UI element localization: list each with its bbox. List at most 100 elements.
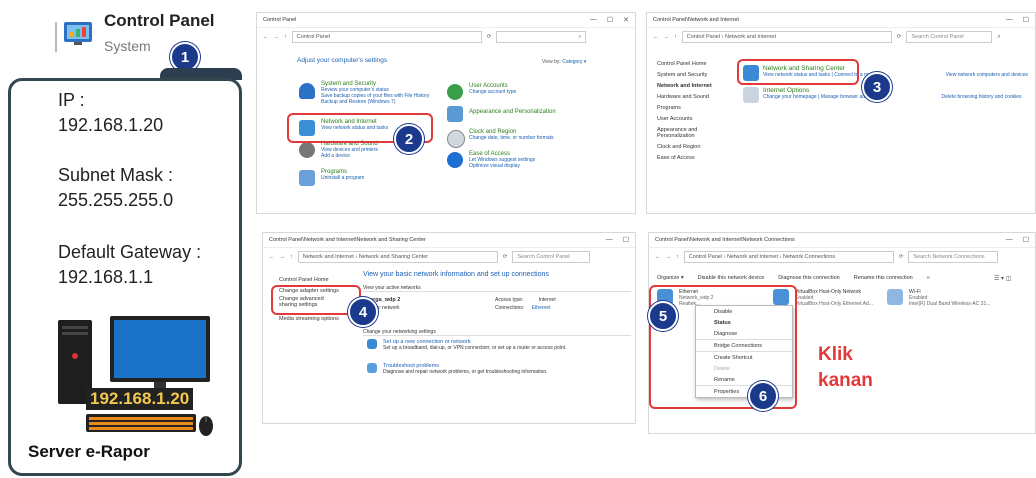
wifi-icon xyxy=(887,289,903,305)
step-badge-6: 6 xyxy=(748,381,778,411)
nav-item[interactable]: Clock and Region xyxy=(657,144,717,150)
printer-icon xyxy=(299,142,315,158)
titlebar: Control Panel — ☐ ✕ xyxy=(257,13,635,28)
refresh-icon[interactable]: ⟳ xyxy=(487,34,492,40)
address-bar[interactable]: Control Panel xyxy=(291,31,482,43)
address-bar-row: ← → ↑ Control Panel › Network and Intern… xyxy=(649,248,1035,266)
nav-item[interactable]: System and Security xyxy=(657,72,717,78)
minimize-icon[interactable]: — xyxy=(590,16,597,24)
refresh-icon[interactable]: ⟳ xyxy=(897,34,902,40)
gateway-value: 192.168.1.1 xyxy=(58,267,154,287)
refresh-icon[interactable]: ⟳ xyxy=(899,254,904,260)
window-title: Control Panel\Network and Internet xyxy=(653,17,739,23)
diagnose-button[interactable]: Diagnose this connection xyxy=(778,275,839,281)
view-by-label: View by: Category ▾ xyxy=(542,59,587,65)
category-link[interactable]: Backup and Restore (Windows 7) xyxy=(321,99,429,105)
section-link[interactable]: View network computers and devices xyxy=(946,72,1028,78)
window-network-internet: Control Panel\Network and Internet — ☐ ← … xyxy=(646,12,1036,214)
section-link[interactable]: Change your homepage xyxy=(763,94,817,100)
section-title[interactable]: Internet Options xyxy=(763,87,1022,94)
ip-value: 192.168.1.20 xyxy=(58,115,164,135)
more-button[interactable]: » xyxy=(927,275,930,281)
back-icon[interactable]: ← xyxy=(263,34,269,40)
section-link[interactable]: Delete browsing history and cookies xyxy=(942,94,1022,100)
search-icon: ⌕ xyxy=(578,33,582,40)
back-icon[interactable]: ← xyxy=(269,254,275,260)
category-link[interactable]: Add a device xyxy=(321,153,378,159)
nav-item[interactable]: Appearance and Personalization xyxy=(657,127,717,139)
nav-item[interactable]: Control Panel Home xyxy=(279,277,359,283)
appearance-icon xyxy=(447,106,463,122)
back-icon[interactable]: ← xyxy=(653,34,659,40)
right-click-annotation: Klik kanan xyxy=(818,344,873,391)
search-input[interactable]: Search Control Panel xyxy=(906,31,993,43)
titlebar: Control Panel\Network and Internet\Netwo… xyxy=(263,233,635,248)
nav-item[interactable]: Ease of Access xyxy=(657,155,717,161)
maximize-icon[interactable]: ☐ xyxy=(1023,236,1029,244)
control-panel-icon xyxy=(63,20,93,46)
forward-icon[interactable]: → xyxy=(666,254,672,260)
rename-button[interactable]: Rename this connection xyxy=(854,275,913,281)
search-icon[interactable]: ⌕ xyxy=(997,34,1000,41)
search-input[interactable]: Search Control Panel xyxy=(512,251,591,263)
nav-item[interactable]: Hardware and Sound xyxy=(657,94,717,100)
access-type-row: Access type: Internet xyxy=(495,297,556,303)
divider xyxy=(363,335,631,336)
divider xyxy=(363,291,631,292)
nav-item[interactable]: Control Panel Home xyxy=(657,61,717,67)
search-input[interactable]: Search Network Connections xyxy=(908,251,999,263)
category-link[interactable]: Change account type xyxy=(469,89,516,95)
up-icon[interactable]: ↑ xyxy=(676,254,679,260)
address-bar-row: ← → ↑ Control Panel ⟳ ⌕ xyxy=(257,28,635,46)
minimize-icon[interactable]: — xyxy=(1006,236,1013,244)
category-link[interactable]: Change date, time, or number formats xyxy=(469,135,554,141)
window-network-connections: Control Panel\Network and Internet\Netwo… xyxy=(648,232,1036,434)
category-title[interactable]: Appearance and Personalization xyxy=(469,109,556,115)
forward-icon[interactable]: → xyxy=(664,34,670,40)
control-panel-title[interactable]: Control Panel xyxy=(104,11,215,31)
step-badge-5: 5 xyxy=(648,301,678,331)
view-options-icon[interactable]: ☰ ▾ ◫ xyxy=(994,275,1011,282)
up-icon[interactable]: ↑ xyxy=(284,34,287,40)
up-icon[interactable]: ↑ xyxy=(674,34,677,40)
troubleshoot-icon xyxy=(367,363,377,373)
step-badge-4: 4 xyxy=(348,297,378,327)
maximize-icon[interactable]: ☐ xyxy=(1023,16,1029,24)
organize-button[interactable]: Organize ▾ xyxy=(657,275,684,281)
nav-item[interactable]: Programs xyxy=(657,105,717,111)
minimize-icon[interactable]: — xyxy=(606,236,613,244)
window-title: Control Panel\Network and Internet\Netwo… xyxy=(269,237,426,243)
address-bar[interactable]: Control Panel › Network and Internet › N… xyxy=(683,251,894,263)
refresh-icon[interactable]: ⟳ xyxy=(503,254,508,260)
nav-item[interactable]: Media streaming options xyxy=(279,316,359,322)
disable-device-button[interactable]: Disable this network device xyxy=(698,275,765,281)
category-link[interactable]: Uninstall a program xyxy=(321,175,364,181)
programs-icon xyxy=(299,170,315,186)
category-link[interactable]: Optimize visual display xyxy=(469,163,535,169)
accessibility-icon xyxy=(447,152,463,168)
address-bar[interactable]: Control Panel › Network and Internet xyxy=(681,31,892,43)
minimize-icon[interactable]: — xyxy=(1006,16,1013,24)
connections-row: Connections: Ethernet xyxy=(495,305,551,311)
ip-label: IP : xyxy=(58,90,85,110)
step-badge-2: 2 xyxy=(394,124,424,154)
page-heading: View your basic network information and … xyxy=(363,271,549,278)
nav-item-active[interactable]: Network and Internet xyxy=(657,83,717,89)
forward-icon[interactable]: → xyxy=(274,34,280,40)
close-icon[interactable]: ✕ xyxy=(623,16,629,24)
view-by-dropdown[interactable]: Category ▾ xyxy=(562,59,586,65)
highlight-network-sharing-center xyxy=(737,59,859,85)
nav-item[interactable]: User Accounts xyxy=(657,116,717,122)
maximize-icon[interactable]: ☐ xyxy=(607,16,613,24)
server-computer-illustration xyxy=(58,316,218,441)
search-input[interactable]: ⌕ xyxy=(496,31,587,43)
subnet-label: Subnet Mask : xyxy=(58,165,174,185)
address-bar[interactable]: Network and Internet › Network and Shari… xyxy=(297,251,498,263)
clock-icon xyxy=(447,130,465,148)
ethernet-link[interactable]: Ethernet xyxy=(532,305,551,311)
up-icon[interactable]: ↑ xyxy=(290,254,293,260)
gateway-label: Default Gateway : xyxy=(58,242,202,262)
maximize-icon[interactable]: ☐ xyxy=(623,236,629,244)
forward-icon[interactable]: → xyxy=(280,254,286,260)
back-icon[interactable]: ← xyxy=(655,254,661,260)
